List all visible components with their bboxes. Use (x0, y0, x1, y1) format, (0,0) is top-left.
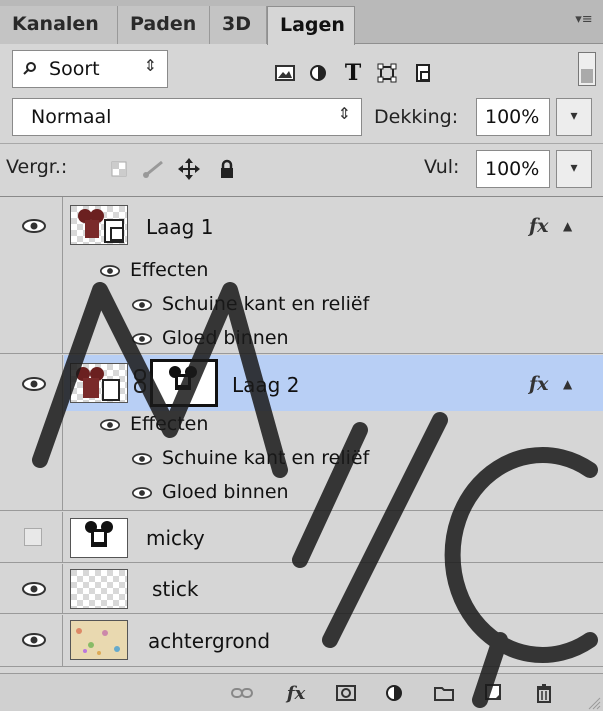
effects-label: Effecten (130, 413, 209, 435)
visibility-toggle-empty[interactable] (24, 528, 42, 546)
new-layer-icon[interactable] (482, 682, 506, 704)
folder-icon[interactable] (432, 682, 456, 704)
shape-filter-icon[interactable] (374, 60, 400, 86)
eye-icon[interactable] (22, 377, 46, 391)
updown-icon: ⇕ (143, 56, 157, 75)
layer-mask-thumbnail[interactable] (150, 359, 218, 407)
tab-paden[interactable]: Paden (118, 6, 210, 44)
layer-thumbnail (70, 518, 128, 558)
layer-row-stick[interactable]: stick (0, 564, 603, 614)
eye-icon[interactable] (132, 486, 152, 499)
panel-menu-icon[interactable]: ▾≡ (573, 12, 595, 28)
mask-icon[interactable] (334, 682, 358, 704)
fill-label: Vul: (424, 156, 460, 178)
search-icon (23, 58, 37, 80)
opacity-slider-button[interactable]: ▾ (556, 98, 592, 136)
effects-row[interactable]: Effecten (100, 413, 208, 435)
effect-label: Schuine kant en reliëf (162, 447, 370, 469)
eye-icon[interactable] (22, 219, 46, 233)
lock-label: Vergr.: (6, 156, 68, 178)
layer-name[interactable]: micky (146, 526, 205, 550)
blend-mode-label: Normaal (31, 106, 112, 128)
layer-row-laag2[interactable]: Laag 2 fx ▲ Effecten Schuine kant en rel… (0, 355, 603, 511)
adjustment-icon[interactable] (382, 682, 406, 704)
image-filter-icon[interactable] (272, 60, 298, 86)
effects-label: Effecten (130, 259, 209, 281)
fx-indicator[interactable]: fx (529, 373, 549, 395)
effect-item[interactable]: Gloed binnen (132, 327, 289, 349)
fill-slider-button[interactable]: ▾ (556, 150, 592, 188)
layers-bottom-toolbar: fx (0, 673, 603, 711)
trash-icon[interactable] (532, 682, 556, 704)
adjustment-filter-icon[interactable] (305, 60, 331, 86)
layer-name[interactable]: Laag 2 (232, 373, 299, 397)
layer-thumbnail (70, 205, 128, 245)
filter-kind-select[interactable]: Soort ⇕ (12, 50, 168, 88)
tab-lagen[interactable]: Lagen (267, 6, 355, 45)
lock-transparency-icon[interactable] (106, 156, 132, 182)
tab-3d[interactable]: 3D (210, 6, 267, 44)
layer-name[interactable]: achtergrond (148, 629, 270, 653)
layer-row-laag1[interactable]: Laag 1 fx ▲ Effecten Schuine kant en rel… (0, 197, 603, 354)
layer-row-micky[interactable]: micky (0, 512, 603, 563)
fx-icon[interactable]: fx (284, 682, 308, 704)
eye-icon[interactable] (100, 264, 120, 277)
lock-paint-icon[interactable] (140, 156, 166, 182)
effects-row[interactable]: Effecten (100, 259, 208, 281)
opacity-label: Dekking: (374, 106, 459, 128)
lock-position-icon[interactable] (176, 156, 202, 182)
collapse-arrow-icon[interactable]: ▲ (563, 219, 572, 233)
lock-all-icon[interactable] (214, 156, 240, 182)
fill-input[interactable]: 100% (476, 150, 550, 188)
layer-name[interactable]: stick (152, 577, 198, 601)
tab-kanalen[interactable]: Kanalen (0, 6, 118, 44)
layer-thumbnail (70, 620, 128, 660)
blend-mode-select[interactable]: Normaal ⇕ (12, 98, 362, 136)
effect-item[interactable]: Gloed binnen (132, 481, 289, 503)
fx-indicator[interactable]: fx (529, 215, 549, 237)
effect-label: Gloed binnen (162, 327, 289, 349)
eye-icon[interactable] (22, 633, 46, 647)
smart-object-filter-icon[interactable] (410, 60, 436, 86)
collapse-arrow-icon[interactable]: ▲ (563, 377, 572, 391)
eye-icon[interactable] (22, 582, 46, 596)
filter-toggle-switch[interactable] (578, 52, 596, 86)
panel-tabbar: Kanalen Paden 3D Lagen ▾≡ (0, 0, 603, 45)
eye-icon[interactable] (132, 298, 152, 311)
layer-row-achtergrond[interactable]: achtergrond (0, 615, 603, 667)
filter-kind-label: Soort (49, 58, 100, 80)
effect-item[interactable]: Schuine kant en reliëf (132, 293, 369, 315)
link-icon[interactable] (133, 369, 147, 397)
eye-icon[interactable] (100, 418, 120, 431)
resize-grip-icon[interactable] (587, 695, 601, 710)
eye-icon[interactable] (132, 452, 152, 465)
layer-thumbnail (70, 363, 128, 403)
opacity-input[interactable]: 100% (476, 98, 550, 136)
layer-thumbnail (70, 569, 128, 609)
effect-label: Gloed binnen (162, 481, 289, 503)
effect-label: Schuine kant en reliëf (162, 293, 370, 315)
eye-icon[interactable] (132, 332, 152, 345)
updown-icon: ⇕ (337, 104, 351, 123)
layer-name[interactable]: Laag 1 (146, 215, 213, 239)
link-icon[interactable] (230, 682, 254, 704)
divider (0, 143, 603, 144)
type-filter-icon[interactable]: T (340, 60, 366, 86)
effect-item[interactable]: Schuine kant en reliëf (132, 447, 369, 469)
